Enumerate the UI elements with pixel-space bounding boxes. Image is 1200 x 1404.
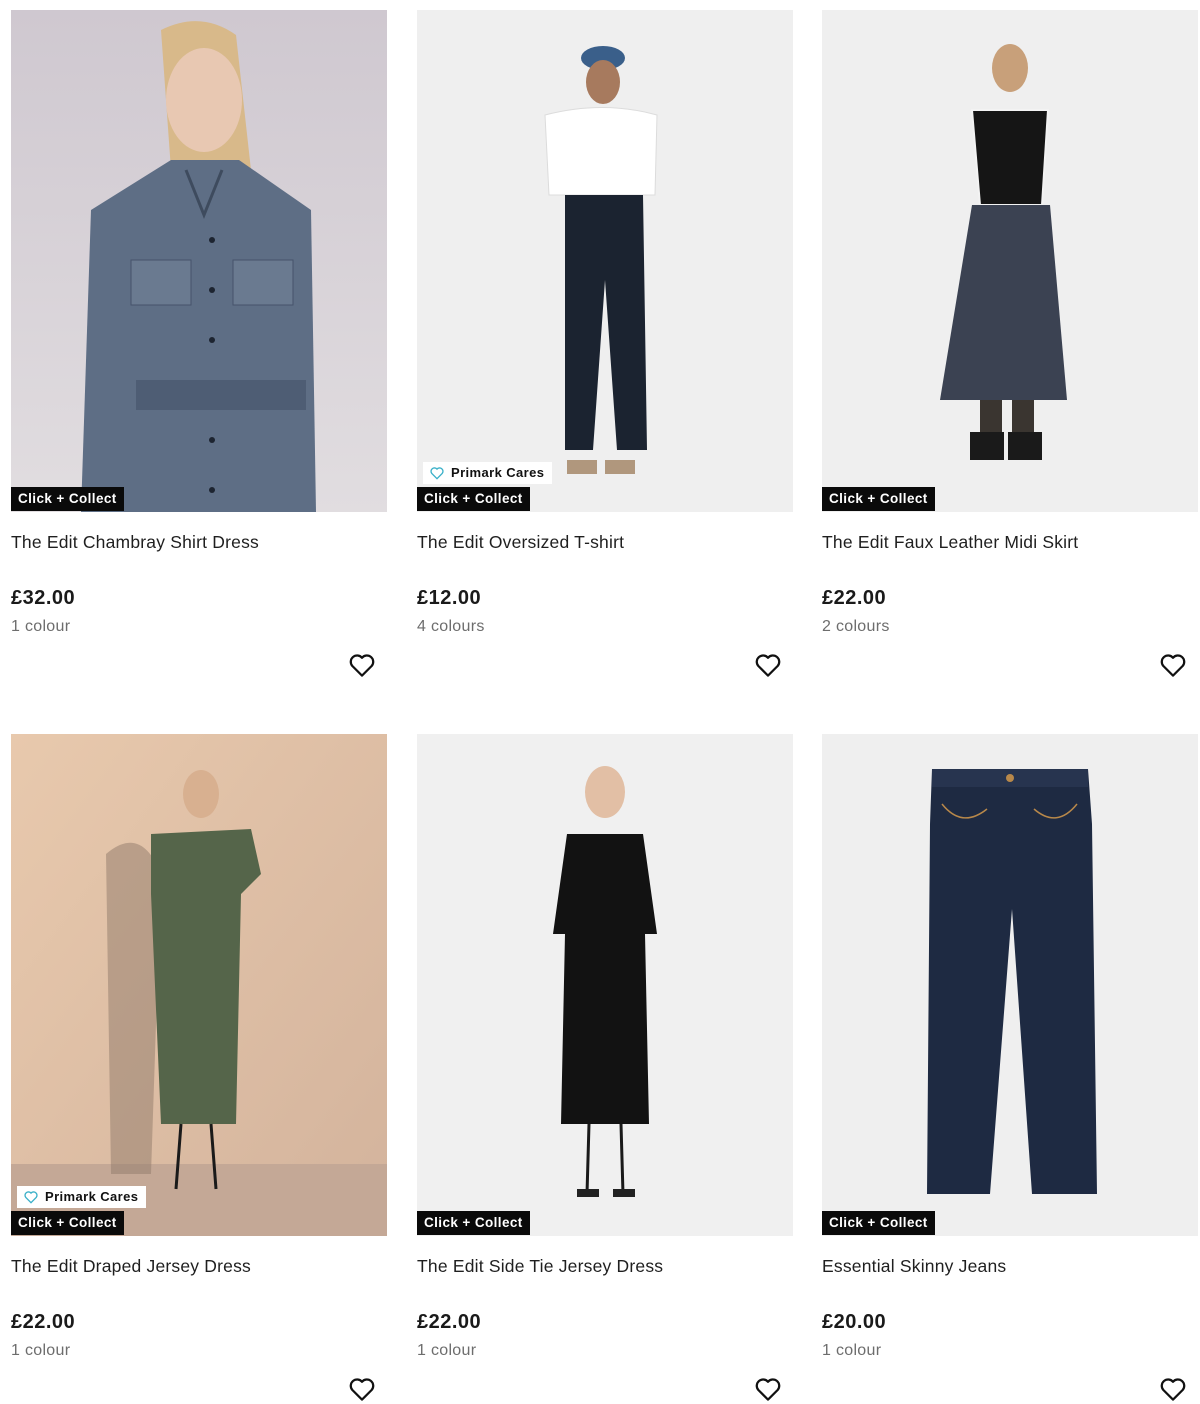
colour-count: 1 colour: [11, 618, 71, 635]
product-photo: [417, 10, 793, 512]
product-title[interactable]: The Edit Chambray Shirt Dress: [11, 532, 259, 553]
product-price: £20.00: [822, 1311, 887, 1333]
colour-count: 1 colour: [11, 1342, 71, 1359]
heart-outline-icon[interactable]: [753, 650, 783, 680]
product-image[interactable]: Click + Collect: [11, 10, 387, 512]
click-collect-badge: Click + Collect: [11, 1211, 124, 1235]
product-image[interactable]: Click + Collect: [822, 734, 1198, 1236]
click-collect-badge: Click + Collect: [822, 487, 935, 511]
heart-outline-icon[interactable]: [1158, 650, 1188, 680]
primark-cares-label: Primark Cares: [451, 465, 545, 480]
heart-outline-icon[interactable]: [1158, 1374, 1188, 1404]
click-collect-badge: Click + Collect: [11, 487, 124, 511]
heart-outline-teal-icon: [430, 467, 444, 480]
product-price: £32.00: [11, 587, 76, 609]
product-price: £22.00: [417, 1311, 482, 1333]
click-collect-badge: Click + Collect: [822, 1211, 935, 1235]
product-photo: [417, 734, 793, 1236]
product-image[interactable]: Primark Cares Click + Collect: [11, 734, 387, 1236]
product-photo: [11, 734, 387, 1236]
product-photo: [822, 734, 1198, 1236]
click-collect-badge: Click + Collect: [417, 1211, 530, 1235]
product-photo: [11, 10, 387, 512]
colour-count: 2 colours: [822, 618, 890, 635]
primark-cares-badge: Primark Cares: [17, 1186, 147, 1208]
colour-count: 4 colours: [417, 618, 485, 635]
product-title[interactable]: The Edit Oversized T-shirt: [417, 532, 624, 553]
product-price: £22.00: [822, 587, 887, 609]
product-price: £22.00: [11, 1311, 76, 1333]
product-title[interactable]: The Edit Side Tie Jersey Dress: [417, 1256, 663, 1277]
primark-cares-badge: Primark Cares: [423, 462, 553, 484]
heart-outline-teal-icon: [24, 1191, 38, 1204]
product-image[interactable]: Click + Collect: [822, 10, 1198, 512]
click-collect-badge: Click + Collect: [417, 487, 530, 511]
product-title[interactable]: Essential Skinny Jeans: [822, 1256, 1006, 1277]
product-image[interactable]: Primark Cares Click + Collect: [417, 10, 793, 512]
primark-cares-label: Primark Cares: [45, 1189, 139, 1204]
product-title[interactable]: The Edit Faux Leather Midi Skirt: [822, 532, 1078, 553]
product-price: £12.00: [417, 587, 482, 609]
colour-count: 1 colour: [417, 1342, 477, 1359]
product-photo: [822, 10, 1198, 512]
heart-outline-icon[interactable]: [347, 650, 377, 680]
product-image[interactable]: Click + Collect: [417, 734, 793, 1236]
heart-outline-icon[interactable]: [753, 1374, 783, 1404]
colour-count: 1 colour: [822, 1342, 882, 1359]
heart-outline-icon[interactable]: [347, 1374, 377, 1404]
product-title[interactable]: The Edit Draped Jersey Dress: [11, 1256, 251, 1277]
